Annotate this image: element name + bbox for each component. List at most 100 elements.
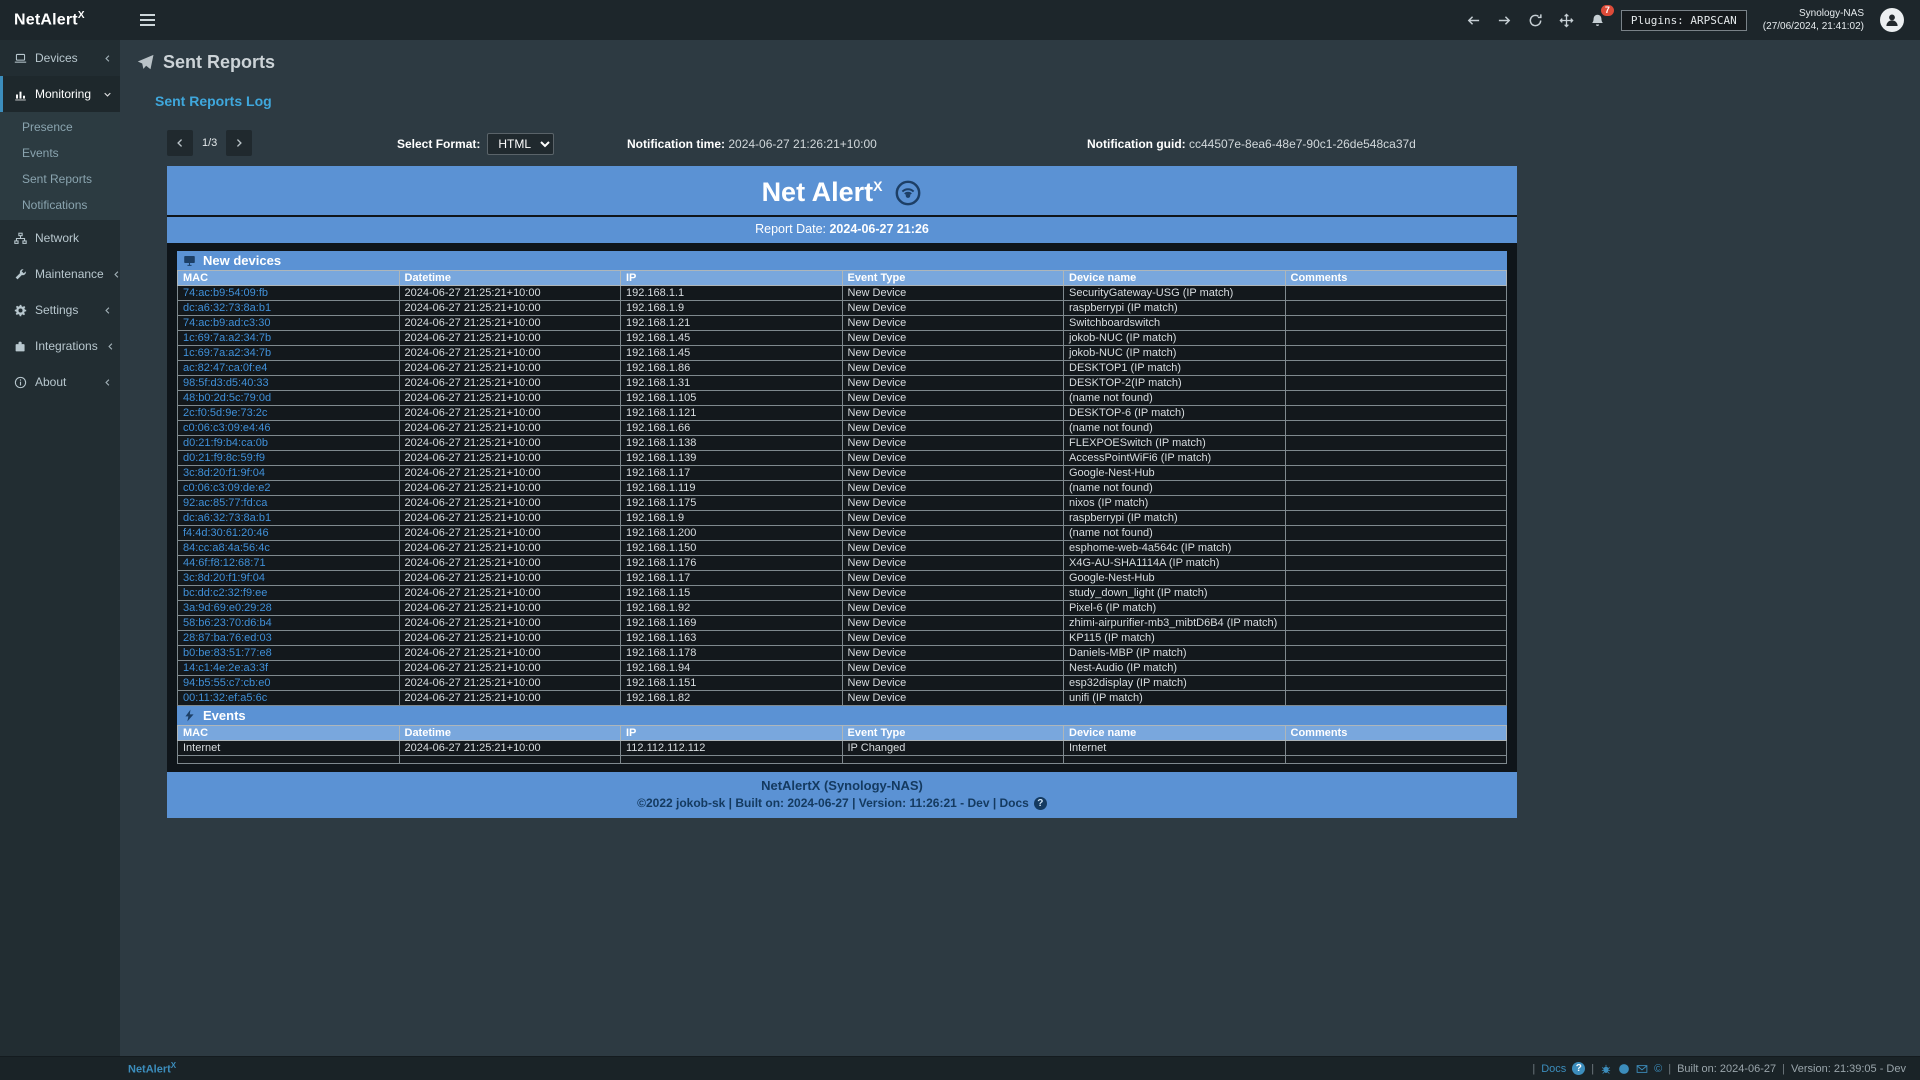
cell-ip: 192.168.1.21 xyxy=(621,316,843,331)
cell-datetime: 2024-06-27 21:25:21+10:00 xyxy=(399,361,621,376)
cell-comments xyxy=(1285,541,1507,556)
chevron-left-icon xyxy=(112,270,121,279)
sidebar-toggle-icon[interactable] xyxy=(134,8,161,32)
cell-ip: 192.168.1.66 xyxy=(621,421,843,436)
cell-mac[interactable]: 98:5f:d3:d5:40:33 xyxy=(178,376,400,391)
cell-mac[interactable]: ac:82:47:ca:0f:e4 xyxy=(178,361,400,376)
events-table: MACDatetimeIPEvent TypeDevice nameCommen… xyxy=(177,725,1507,764)
cell-ip: 192.168.1.17 xyxy=(621,466,843,481)
prev-page-button[interactable] xyxy=(167,130,193,156)
cell-comments xyxy=(1285,586,1507,601)
sidebar-item-network[interactable]: Network xyxy=(0,220,120,256)
cell-mac[interactable]: 48:b0:2d:5c:79:0d xyxy=(178,391,400,406)
sidebar-item-notifications[interactable]: Notifications xyxy=(0,192,120,218)
github-icon[interactable] xyxy=(1618,1063,1630,1075)
cell-device-name: FLEXPOESwitch (IP match) xyxy=(1064,436,1286,451)
app-logo[interactable]: NetAlertX xyxy=(0,10,120,29)
cell-mac[interactable]: 44:6f:f8:12:68:71 xyxy=(178,556,400,571)
cell-ip: 192.168.1.121 xyxy=(621,406,843,421)
sidebar-item-events[interactable]: Events xyxy=(0,140,120,166)
cell-ip: 192.168.1.178 xyxy=(621,646,843,661)
paper-plane-icon xyxy=(137,54,154,71)
table-row: 58:b6:23:70:d6:b42024-06-27 21:25:21+10:… xyxy=(178,616,1507,631)
docs-question-icon[interactable]: ? xyxy=(1572,1062,1585,1075)
cell-mac[interactable]: c0:06:c3:09:de:e2 xyxy=(178,481,400,496)
user-avatar[interactable] xyxy=(1880,8,1904,32)
cell-ip: 192.168.1.139 xyxy=(621,451,843,466)
cell-mac[interactable]: bc:dd:c2:32:f9:ee xyxy=(178,586,400,601)
cell-mac[interactable]: 2c:f0:5d:9e:73:2c xyxy=(178,406,400,421)
cell-mac[interactable]: 14:c1:4e:2e:a3:3f xyxy=(178,661,400,676)
column-header: Device name xyxy=(1064,726,1286,741)
cell-mac[interactable]: 74:ac:b9:54:09:fb xyxy=(178,286,400,301)
table-row: d0:21:f9:b4:ca:0b2024-06-27 21:25:21+10:… xyxy=(178,436,1507,451)
refresh-icon[interactable] xyxy=(1528,13,1543,28)
table-row: d0:21:f9:8c:59:f92024-06-27 21:25:21+10:… xyxy=(178,451,1507,466)
cell-mac[interactable]: d0:21:f9:b4:ca:0b xyxy=(178,436,400,451)
cell-mac[interactable]: 1c:69:7a:a2:34:7b xyxy=(178,346,400,361)
next-page-button[interactable] xyxy=(226,130,252,156)
sidebar-item-label: Network xyxy=(35,231,79,245)
cell-ip: 192.168.1.119 xyxy=(621,481,843,496)
cell-comments xyxy=(1285,556,1507,571)
cell-mac[interactable]: 74:ac:b9:ad:c3:30 xyxy=(178,316,400,331)
cell-datetime: 2024-06-27 21:25:21+10:00 xyxy=(399,526,621,541)
format-select[interactable]: HTML xyxy=(487,133,554,155)
sidebar-item-monitoring[interactable]: Monitoring xyxy=(0,76,120,112)
cell-event-type: New Device xyxy=(842,676,1064,691)
sidebar-item-devices[interactable]: Devices xyxy=(0,40,120,76)
cell-mac[interactable]: 58:b6:23:70:d6:b4 xyxy=(178,616,400,631)
cell-mac[interactable]: dc:a6:32:73:8a:b1 xyxy=(178,301,400,316)
laptop-icon xyxy=(14,52,27,65)
cell-device-name: SecurityGateway-USG (IP match) xyxy=(1064,286,1286,301)
forward-icon[interactable] xyxy=(1497,13,1512,28)
cell-mac[interactable]: 84:cc:a8:4a:56:4c xyxy=(178,541,400,556)
sent-reports-log-link[interactable]: Sent Reports Log xyxy=(155,93,1920,109)
sidebar-item-about[interactable]: About xyxy=(0,364,120,400)
page-header: Sent Reports xyxy=(120,40,1920,73)
docs-link[interactable]: Docs xyxy=(1541,1063,1566,1075)
mail-icon[interactable] xyxy=(1636,1063,1648,1075)
copyright-icon[interactable]: © xyxy=(1654,1063,1662,1075)
cell-mac[interactable]: 3c:8d:20:f1:9f:04 xyxy=(178,466,400,481)
events-rows: Internet2024-06-27 21:25:21+10:00112.112… xyxy=(178,741,1507,764)
cell-mac[interactable]: d0:21:f9:8c:59:f9 xyxy=(178,451,400,466)
cell-mac[interactable]: b0:be:83:51:77:e8 xyxy=(178,646,400,661)
bug-report-icon[interactable] xyxy=(1600,1063,1612,1075)
table-row: 48:b0:2d:5c:79:0d2024-06-27 21:25:21+10:… xyxy=(178,391,1507,406)
cell-event-type: New Device xyxy=(842,331,1064,346)
cell-ip: 192.168.1.138 xyxy=(621,436,843,451)
cell-mac[interactable]: c0:06:c3:09:e4:46 xyxy=(178,421,400,436)
sidebar-item-presence[interactable]: Presence xyxy=(0,114,120,140)
footer-brand[interactable]: NetAlertX xyxy=(0,1061,176,1076)
docs-help-icon[interactable]: ? xyxy=(1034,797,1047,810)
sitemap-icon xyxy=(14,232,27,245)
cell-mac[interactable]: 94:b5:55:c7:cb:e0 xyxy=(178,676,400,691)
cell-mac[interactable]: 28:87:ba:76:ed:03 xyxy=(178,631,400,646)
cell-comments xyxy=(1285,691,1507,706)
cell-datetime: 2024-06-27 21:25:21+10:00 xyxy=(399,586,621,601)
table-row: f4:4d:30:61:20:462024-06-27 21:25:21+10:… xyxy=(178,526,1507,541)
sidebar-item-sent-reports[interactable]: Sent Reports xyxy=(0,166,120,192)
cell-mac[interactable]: 3a:9d:69:e0:29:28 xyxy=(178,601,400,616)
move-icon[interactable] xyxy=(1559,13,1574,28)
cell-mac[interactable]: 92:ac:85:77:fd:ca xyxy=(178,496,400,511)
table-row: 3a:9d:69:e0:29:282024-06-27 21:25:21+10:… xyxy=(178,601,1507,616)
cell-mac[interactable]: f4:4d:30:61:20:46 xyxy=(178,526,400,541)
cell-mac[interactable]: 00:11:32:ef:a5:6c xyxy=(178,691,400,706)
cell-datetime: 2024-06-27 21:25:21+10:00 xyxy=(399,741,621,756)
notifications-bell-icon[interactable]: 7 xyxy=(1590,13,1605,28)
cell-device-name: zhimi-airpurifier-mb3_mibtD6B4 (IP match… xyxy=(1064,616,1286,631)
back-icon[interactable] xyxy=(1466,13,1481,28)
sidebar-item-settings[interactable]: Settings xyxy=(0,292,120,328)
table-row: c0:06:c3:09:e4:462024-06-27 21:25:21+10:… xyxy=(178,421,1507,436)
cell-device-name: X4G-AU-SHA1114A (IP match) xyxy=(1064,556,1286,571)
cell-event-type: New Device xyxy=(842,601,1064,616)
cell-mac[interactable]: 1c:69:7a:a2:34:7b xyxy=(178,331,400,346)
cell-mac[interactable]: dc:a6:32:73:8a:b1 xyxy=(178,511,400,526)
sidebar-item-maintenance[interactable]: Maintenance xyxy=(0,256,120,292)
sidebar-item-integrations[interactable]: Integrations xyxy=(0,328,120,364)
cell-mac[interactable]: 3c:8d:20:f1:9f:04 xyxy=(178,571,400,586)
plugins-status-chip[interactable]: Plugins: ARPSCAN xyxy=(1621,10,1747,31)
cell-device-name: DESKTOP-6 (IP match) xyxy=(1064,406,1286,421)
